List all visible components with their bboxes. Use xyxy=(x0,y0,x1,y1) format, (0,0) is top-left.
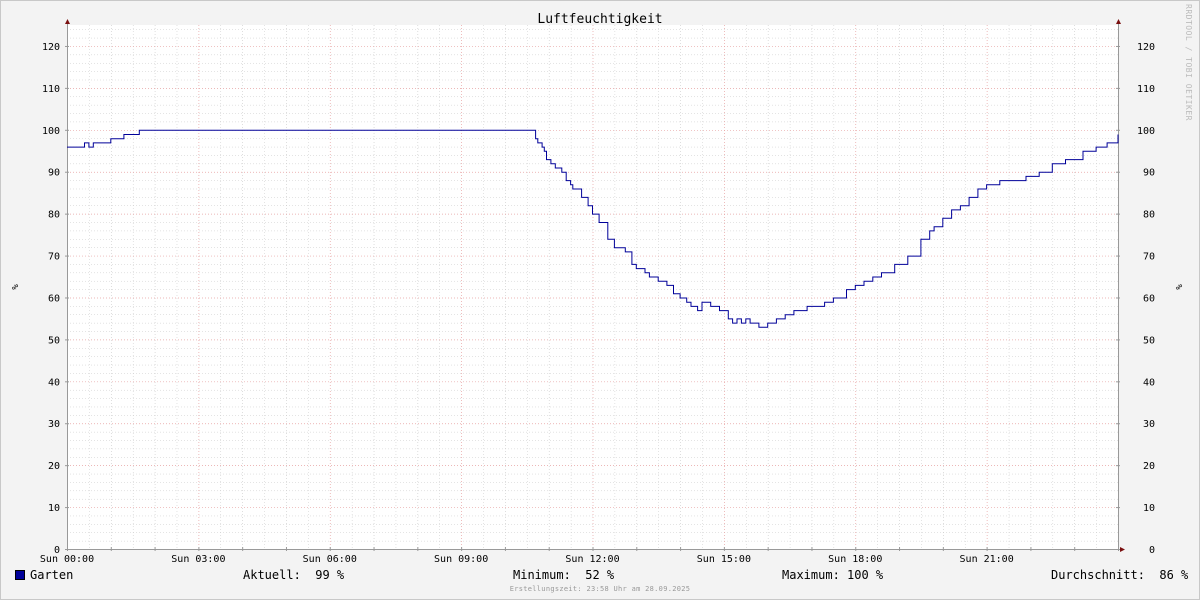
x-tick-label: Sun 00:00 xyxy=(40,554,94,565)
y-tick-label: 70 xyxy=(1143,252,1155,263)
y-axis-label-left: % xyxy=(9,284,19,290)
y-tick-label: 20 xyxy=(1143,461,1155,472)
legend-average: Durchschnitt: 86 % xyxy=(1051,568,1188,582)
y-tick-labels-left: 0102030405060708090100110120 xyxy=(42,42,60,556)
legend-max-label: Maximum: xyxy=(782,568,840,582)
y-tick-label: 120 xyxy=(42,42,60,53)
y-tick-label: 90 xyxy=(48,168,60,179)
legend-minimum: Minimum: 52 % xyxy=(513,568,614,582)
legend-avg-value: 86 % xyxy=(1159,568,1189,582)
plot-area xyxy=(67,25,1118,549)
y-tick-label: 10 xyxy=(1143,503,1155,514)
legend-current-label: Aktuell: xyxy=(243,568,301,582)
x-tick-label: Sun 21:00 xyxy=(960,554,1014,565)
legend-max-value: 100 % xyxy=(847,568,884,582)
y-tick-label: 90 xyxy=(1143,168,1155,179)
legend-min-label: Minimum: xyxy=(513,568,571,582)
legend-avg-label: Durchschnitt: xyxy=(1051,568,1145,582)
y-tick-label: 120 xyxy=(1137,42,1155,53)
legend-swatch-garten xyxy=(15,570,25,580)
x-tick-label: Sun 12:00 xyxy=(565,554,619,565)
y-tick-label: 50 xyxy=(1143,335,1155,346)
x-tick-labels: Sun 00:00 Sun 03:00 Sun 06:00 Sun 09:00 Sun … xyxy=(40,554,1014,565)
footer-timestamp: Erstellungszeit: 23:58 Uhr am 28.09.2025 xyxy=(509,585,691,593)
y-tick-label: 60 xyxy=(1143,293,1155,304)
y-tick-label: 80 xyxy=(48,210,60,221)
rrdtool-watermark: RRDTOOL / TOBI OETIKER xyxy=(1184,4,1193,121)
x-tick-label: Sun 18:00 xyxy=(828,554,882,565)
y-tick-label: 20 xyxy=(48,461,60,472)
x-tick-label: Sun 15:00 xyxy=(697,554,751,565)
x-tick-label: Sun 03:00 xyxy=(171,554,225,565)
legend-series-name: Garten xyxy=(30,568,74,582)
legend-min-value: 52 % xyxy=(585,568,615,582)
y-tick-label: 100 xyxy=(42,126,60,137)
chart-canvas: 0 10 20 30 40 50 60 70 80 90 100 110 120 0 10 20 30 40 50… xyxy=(9,12,1183,565)
y-tick-label: 100 xyxy=(1137,126,1155,137)
y-tick-label: 50 xyxy=(48,335,60,346)
y-axis-right-arrow xyxy=(1116,19,1121,24)
legend-current: Aktuell: 99 % xyxy=(243,568,344,582)
y-tick-label: 10 xyxy=(48,503,60,514)
x-tick-label: Sun 09:00 xyxy=(434,554,488,565)
y-tick-label: 30 xyxy=(1143,419,1155,430)
y-tick-label: 60 xyxy=(48,293,60,304)
y-tick-label: 0 xyxy=(1149,545,1155,556)
y-tick-label: 110 xyxy=(42,84,60,95)
x-axis-arrow xyxy=(1120,547,1125,552)
legend-current-value: 99 % xyxy=(315,568,345,582)
x-tick-label: Sun 06:00 xyxy=(303,554,357,565)
y-tick-label: 40 xyxy=(1143,377,1155,388)
chart-title: Luftfeuchtigkeit xyxy=(537,12,662,27)
y-tick-label: 110 xyxy=(1137,84,1155,95)
y-axis-left-arrow xyxy=(65,19,70,24)
legend-maximum: Maximum: 100 % xyxy=(782,568,883,582)
y-tick-label: 80 xyxy=(1143,210,1155,221)
y-tick-labels-right: 0 10 20 30 40 50 60 70 80 90 100 110 120 xyxy=(1137,42,1155,556)
y-tick-label: 70 xyxy=(48,252,60,263)
y-tick-label: 40 xyxy=(48,377,60,388)
y-tick-label: 30 xyxy=(48,419,60,430)
y-axis-label-right: % xyxy=(1173,284,1183,290)
